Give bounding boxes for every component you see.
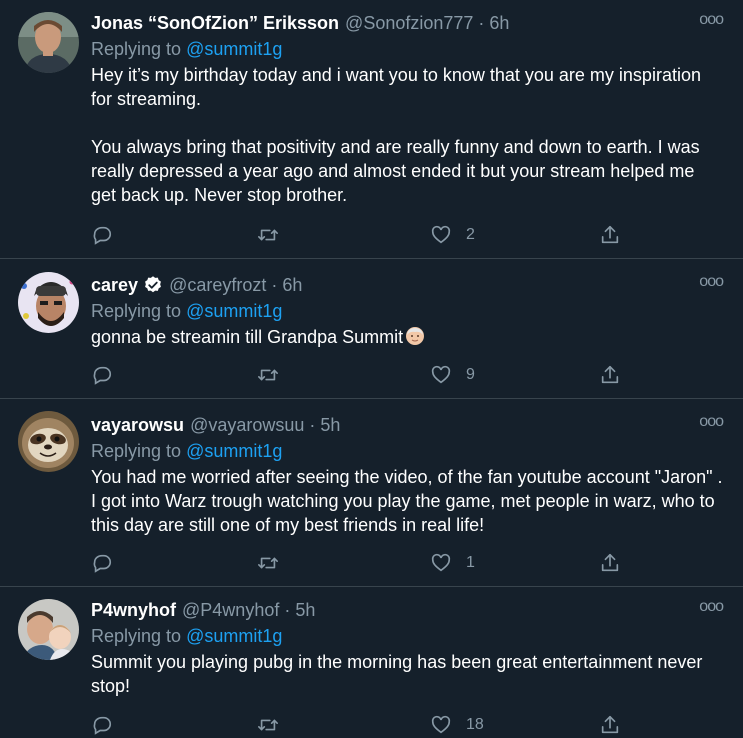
tweet[interactable]: carey @careyfrozt · 6h ooo Replying to @… [0, 259, 743, 399]
reply-button[interactable] [91, 712, 113, 738]
user-handle[interactable]: @careyfrozt [169, 273, 266, 297]
retweet-button[interactable] [257, 222, 279, 248]
replying-prefix: Replying to [91, 301, 187, 321]
like-button[interactable]: 1 [430, 550, 475, 576]
mention-link[interactable]: @summit1g [186, 441, 282, 461]
reply-button[interactable] [91, 550, 113, 576]
tweet-text: gonna be streamin till Grandpa Summit [91, 327, 404, 347]
tweet[interactable]: P4wnyhof @P4wnyhof · 5h ooo Replying to … [0, 587, 743, 736]
tweet-text-container: gonna be streamin till Grandpa Summit [91, 325, 723, 349]
tweet-header: P4wnyhof @P4wnyhof · 5h [91, 598, 723, 622]
share-icon [601, 365, 619, 384]
display-name[interactable]: P4wnyhof [91, 598, 176, 622]
like-button[interactable]: 9 [430, 362, 475, 388]
timestamp[interactable]: 6h [282, 273, 302, 297]
display-name[interactable]: vayarowsu [91, 413, 184, 437]
avatar[interactable] [18, 12, 79, 73]
like-count: 9 [466, 366, 475, 383]
timestamp[interactable]: 5h [295, 598, 315, 622]
mention-link[interactable]: @summit1g [186, 301, 282, 321]
more-options-icon[interactable]: ooo [699, 11, 724, 29]
more-options-icon[interactable]: ooo [699, 413, 724, 431]
person-avatar-icon [18, 272, 79, 333]
mention-link[interactable]: @summit1g [186, 39, 282, 59]
tweet-actions: 2 [91, 222, 631, 248]
replying-to: Replying to @summit1g [91, 439, 723, 463]
tweet-header: carey @careyfrozt · 6h [91, 273, 723, 297]
share-icon [601, 225, 619, 244]
avatar[interactable] [18, 411, 79, 472]
retweet-icon [258, 229, 278, 241]
separator-dot: · [271, 275, 278, 295]
like-count: 18 [466, 716, 484, 733]
sloth-avatar-icon [18, 411, 79, 472]
like-count: 1 [466, 554, 475, 571]
share-icon [601, 715, 619, 734]
separator-dot: · [478, 13, 485, 33]
retweet-button[interactable] [257, 550, 279, 576]
like-button[interactable]: 2 [430, 222, 475, 248]
heart-icon [431, 553, 451, 572]
tweet-text: Hey it’s my birthday today and i want yo… [91, 65, 701, 205]
more-options-icon[interactable]: ooo [699, 273, 724, 291]
replying-to: Replying to @summit1g [91, 299, 723, 323]
tweet-text: Summit you playing pubg in the morning h… [91, 652, 708, 696]
tweet-header: Jonas “SonOfZion” Eriksson @Sonofzion777… [91, 11, 723, 35]
person-avatar-icon [18, 12, 79, 73]
replying-prefix: Replying to [91, 626, 187, 646]
reply-icon [93, 716, 112, 735]
heart-icon [431, 715, 451, 734]
share-button[interactable] [599, 362, 621, 388]
replying-prefix: Replying to [91, 39, 187, 59]
old-man-emoji-icon [405, 326, 425, 346]
share-icon [601, 553, 619, 572]
timestamp[interactable]: 6h [489, 11, 509, 35]
like-count: 2 [466, 226, 475, 243]
retweet-icon [258, 719, 278, 731]
more-options-icon[interactable]: ooo [699, 598, 724, 616]
heart-icon [431, 225, 451, 244]
tweet-actions: 18 [91, 712, 631, 738]
like-button[interactable]: 18 [430, 712, 484, 738]
tweet-header: vayarowsu @vayarowsuu · 5h [91, 413, 723, 437]
mention-link[interactable]: @summit1g [186, 626, 282, 646]
person-avatar-icon [18, 599, 79, 660]
reply-icon [93, 554, 112, 573]
replying-to: Replying to @summit1g [91, 37, 723, 61]
tweet[interactable]: vayarowsu @vayarowsuu · 5h ooo Replying … [0, 399, 743, 587]
share-button[interactable] [599, 550, 621, 576]
display-name[interactable]: Jonas “SonOfZion” Eriksson [91, 11, 339, 35]
user-handle[interactable]: @P4wnyhof [182, 598, 279, 622]
timestamp[interactable]: 5h [320, 413, 340, 437]
reply-button[interactable] [91, 222, 113, 248]
reply-button[interactable] [91, 362, 113, 388]
user-handle[interactable]: @vayarowsuu [190, 413, 304, 437]
retweet-button[interactable] [257, 712, 279, 738]
display-name[interactable]: carey [91, 273, 138, 297]
tweet-text: You had me worried after seeing the vide… [91, 467, 728, 535]
reply-icon [93, 366, 112, 385]
avatar[interactable] [18, 272, 79, 333]
tweet-actions: 1 [91, 550, 631, 576]
reply-icon [93, 226, 112, 245]
separator-dot: · [309, 415, 316, 435]
share-button[interactable] [599, 222, 621, 248]
tweet[interactable]: Jonas “SonOfZion” Eriksson @Sonofzion777… [0, 0, 743, 259]
reply-feed: Jonas “SonOfZion” Eriksson @Sonofzion777… [0, 0, 743, 736]
verified-badge-icon [143, 275, 163, 295]
tweet-actions: 9 [91, 362, 631, 388]
heart-icon [431, 365, 451, 384]
retweet-icon [258, 557, 278, 569]
share-button[interactable] [599, 712, 621, 738]
replying-to: Replying to @summit1g [91, 624, 723, 648]
user-handle[interactable]: @Sonofzion777 [345, 11, 473, 35]
avatar[interactable] [18, 599, 79, 660]
retweet-button[interactable] [257, 362, 279, 388]
separator-dot: · [284, 600, 291, 620]
retweet-icon [258, 369, 278, 381]
replying-prefix: Replying to [91, 441, 187, 461]
